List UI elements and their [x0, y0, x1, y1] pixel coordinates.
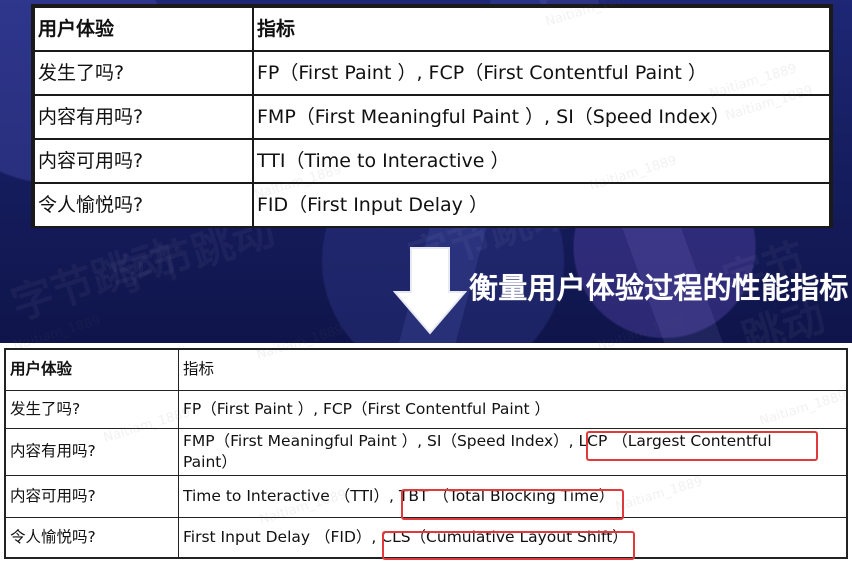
top-row-question: 发生了吗? [33, 50, 254, 96]
bottom-row-metrics: FP（First Paint ）, FCP（First Contentful P… [178, 390, 847, 430]
top-row-metrics: FID（First Input Delay ） [252, 182, 831, 228]
top-header-metrics: 指标 [252, 6, 831, 52]
bottom-row-metrics: FMP（First Meaningful Paint ）, SI（Speed I… [178, 428, 847, 476]
top-table-row: 内容有用吗? FMP（First Meaningful Paint ）, SI（… [33, 94, 831, 140]
top-row-metrics: FP（First Paint ）, FCP（First Contentful P… [252, 50, 831, 96]
bottom-row-metrics: Time to Interactive （TTI）, TBT （Total Bl… [178, 474, 847, 518]
presentation-slide: 字节跳动 字节跳动 字节跳动 字节跳动 用户体验 指标 发生了吗? FP（Fir… [0, 0, 852, 343]
bottom-row-metrics-line: FMP（First Meaningful Paint ）, SI（Speed I… [183, 431, 772, 450]
top-table-row: 内容可用吗? TTI（Time to Interactive ） [33, 138, 831, 184]
top-table-header-row: 用户体验 指标 [33, 6, 831, 52]
bottom-row-question: 内容可用吗? [5, 474, 179, 518]
background-watermark-text: 字节跳动 [3, 223, 182, 333]
bottom-table-header-row: 用户体验 指标 [5, 348, 847, 392]
bottom-table-row: 内容有用吗? FMP（First Meaningful Paint ）, SI（… [5, 428, 847, 476]
bottom-table: 用户体验 指标 发生了吗? FP（First Paint ）, FCP（Firs… [5, 348, 847, 559]
bottom-row-metrics-line: FP（First Paint ）, FCP（First Contentful P… [183, 400, 551, 419]
top-row-question: 内容有用吗? [33, 94, 254, 140]
bottom-table-row: 发生了吗? FP（First Paint ）, FCP（First Conten… [5, 390, 847, 430]
slide-title: 衡量用户体验过程的性能指标 [469, 271, 849, 305]
top-row-question: 内容可用吗? [33, 138, 254, 184]
top-header-experience: 用户体验 [33, 6, 254, 52]
top-row-metrics: TTI（Time to Interactive ） [252, 138, 831, 184]
down-arrow-icon [393, 244, 467, 336]
top-table-row: 令人愉悦吗? FID（First Input Delay ） [33, 182, 831, 228]
bottom-row-question: 内容有用吗? [5, 428, 179, 476]
top-table-row: 发生了吗? FP（First Paint ）, FCP（First Conten… [33, 50, 831, 96]
bottom-row-question: 令人愉悦吗? [5, 516, 179, 559]
bottom-table-row: 令人愉悦吗? First Input Delay （FID）, CLS（Cumu… [5, 516, 847, 559]
bottom-row-metrics-line: Paint） [183, 452, 237, 471]
bottom-row-metrics: First Input Delay （FID）, CLS（Cumulative … [178, 516, 847, 559]
top-table: 用户体验 指标 发生了吗? FP（First Paint ）, FCP（Firs… [33, 6, 831, 228]
bottom-row-metrics-line: Time to Interactive （TTI）, TBT （Total Bl… [183, 486, 615, 505]
bottom-header-experience: 用户体验 [5, 348, 179, 392]
bottom-row-question: 发生了吗? [5, 390, 179, 430]
bottom-table-row: 内容可用吗? Time to Interactive （TTI）, TBT （T… [5, 474, 847, 518]
top-metrics-table: 用户体验 指标 发生了吗? FP（First Paint ）, FCP（Firs… [31, 4, 833, 228]
top-row-question: 令人愉悦吗? [33, 182, 254, 228]
bottom-row-metrics-line: First Input Delay （FID）, CLS（Cumulative … [183, 527, 628, 546]
bottom-header-metrics: 指标 [178, 348, 847, 392]
top-row-metrics: FMP（First Meaningful Paint ）, SI（Speed I… [252, 94, 831, 140]
bottom-metrics-table: 用户体验 指标 发生了吗? FP（First Paint ）, FCP（Firs… [4, 348, 848, 560]
comparison-table-area: 用户体验 指标 发生了吗? FP（First Paint ）, FCP（Firs… [0, 343, 852, 563]
